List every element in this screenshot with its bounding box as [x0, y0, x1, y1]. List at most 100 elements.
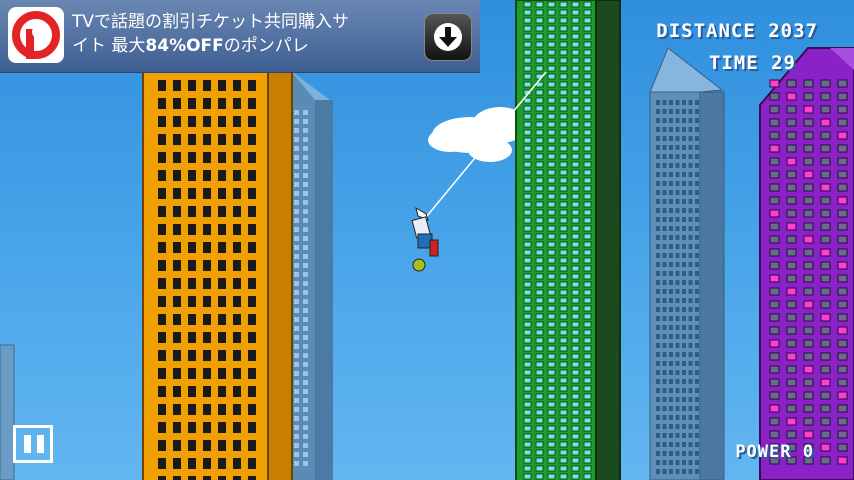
building-window: [803, 430, 814, 439]
building-window: [695, 208, 699, 213]
building-window: [688, 388, 693, 393]
building-window: [535, 409, 544, 416]
building-window: [820, 274, 831, 283]
building-window: [571, 361, 580, 368]
building-window: [294, 110, 299, 115]
pause-button[interactable]: [13, 425, 53, 463]
time-value: 29: [771, 52, 796, 74]
building-window: [656, 298, 660, 303]
building-window: [675, 190, 680, 195]
building-window: [583, 385, 592, 392]
building-window: [523, 17, 532, 24]
building-window: [294, 254, 299, 259]
building-window: [535, 241, 544, 248]
building-window: [248, 332, 256, 343]
building-window: [303, 245, 308, 250]
building-window: [656, 280, 660, 285]
building-window: [248, 80, 256, 91]
building-window: [535, 249, 544, 256]
building-window: [523, 281, 532, 288]
building-window: [571, 297, 580, 304]
building-window: [559, 1, 568, 8]
building-window: [535, 273, 544, 280]
building-window: [662, 415, 667, 420]
building-window: [662, 343, 667, 348]
building-window: [786, 352, 797, 361]
building-window: [675, 460, 680, 465]
building-window: [547, 65, 556, 72]
building-window: [158, 134, 166, 145]
building-window: [656, 253, 660, 258]
building-window: [248, 458, 256, 469]
building-window: [682, 307, 686, 312]
building-window: [523, 297, 532, 304]
blue-tower-1: [290, 70, 333, 480]
building-window: [535, 129, 544, 136]
building-window: [656, 442, 660, 447]
building-window: [547, 9, 556, 16]
download-button[interactable]: [424, 13, 472, 61]
building-window: [820, 157, 831, 166]
building-window: [535, 209, 544, 216]
building-window: [559, 313, 568, 320]
building-window: [233, 98, 241, 109]
building-window: [669, 433, 673, 438]
building-window: [547, 145, 556, 152]
ponpare-logo-icon[interactable]: [8, 7, 64, 63]
building-window: [559, 249, 568, 256]
building-window: [303, 299, 308, 304]
building-window: [571, 305, 580, 312]
building-window: [695, 388, 699, 393]
game-scene[interactable]: TVで話題の割引チケット共同購入サ イト 最大84%OFFのポンパレ DISTA…: [0, 0, 854, 480]
building-window: [188, 80, 196, 91]
building-window: [535, 297, 544, 304]
building-window: [675, 406, 680, 411]
building-window: [248, 206, 256, 217]
building-window: [675, 280, 680, 285]
orange-building: [142, 71, 293, 480]
building-window: [547, 49, 556, 56]
building-window: [656, 235, 660, 240]
building-window: [547, 457, 556, 464]
building-window: [559, 361, 568, 368]
building-window: [656, 289, 660, 294]
building-window: [294, 290, 299, 295]
building-window: [803, 274, 814, 283]
building-window: [248, 188, 256, 199]
building-window: [820, 79, 831, 88]
building-window: [682, 217, 686, 222]
building-window: [547, 57, 556, 64]
building-window: [523, 361, 532, 368]
building-window: [203, 224, 211, 235]
building-window: [682, 442, 686, 447]
building-window: [662, 388, 667, 393]
building-window: [583, 465, 592, 472]
building-window: [820, 300, 831, 309]
building-window: [675, 244, 680, 249]
ad-banner[interactable]: TVで話題の割引チケット共同購入サ イト 最大84%OFFのポンパレ: [0, 0, 480, 73]
building-window: [203, 260, 211, 271]
building-window: [547, 73, 556, 80]
building-window: [682, 154, 686, 159]
building-window: [535, 105, 544, 112]
building-window: [662, 280, 667, 285]
building-window: [173, 386, 181, 397]
building-window: [294, 371, 299, 376]
building-window: [523, 337, 532, 344]
building-window: [303, 218, 308, 223]
building-window: [820, 352, 831, 361]
building-window: [203, 386, 211, 397]
building-window: [173, 242, 181, 253]
building-window: [559, 233, 568, 240]
distance-counter: DISTANCE 2037: [656, 20, 818, 42]
building-window: [583, 1, 592, 8]
building-window: [656, 199, 660, 204]
building-window: [559, 41, 568, 48]
building-window: [233, 242, 241, 253]
building-window: [583, 401, 592, 408]
building-window: [188, 188, 196, 199]
building-window: [303, 155, 308, 160]
ad-text[interactable]: TVで話題の割引チケット共同購入サ イト 最大84%OFFのポンパレ: [72, 10, 412, 58]
building-window: [523, 177, 532, 184]
building-window: [820, 404, 831, 413]
